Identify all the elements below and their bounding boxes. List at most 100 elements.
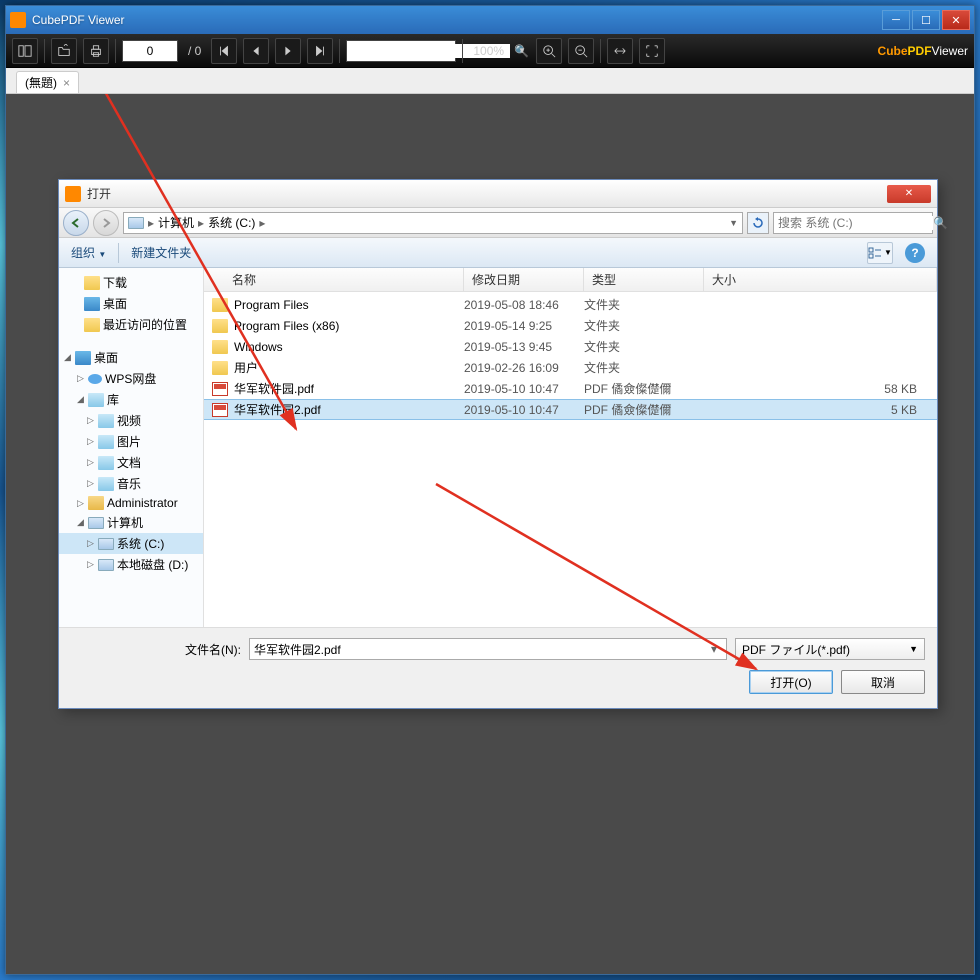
nav-forward-button[interactable] — [93, 210, 119, 236]
zoom-dropdown-icon[interactable]: ▼ — [514, 46, 530, 55]
column-date[interactable]: 修改日期 — [464, 268, 584, 291]
fit-page-button[interactable] — [639, 38, 665, 64]
document-tab[interactable]: (無題) × — [16, 71, 79, 93]
fit-width-button[interactable] — [607, 38, 633, 64]
file-row[interactable]: Program Files2019-05-08 18:46文件夹 — [204, 294, 937, 315]
search-icon[interactable]: 🔍 — [933, 216, 948, 230]
open-file-button[interactable] — [51, 38, 77, 64]
dialog-title: 打开 — [87, 185, 887, 202]
print-button[interactable] — [83, 38, 109, 64]
file-row[interactable]: Program Files (x86)2019-05-14 9:25文件夹 — [204, 315, 937, 336]
column-type[interactable]: 类型 — [584, 268, 704, 291]
tree-item-library[interactable]: ◢库 — [59, 389, 203, 410]
expand-icon[interactable]: ▷ — [86, 437, 95, 446]
folder-icon — [212, 298, 228, 312]
breadcrumb-drive[interactable]: 系统 (C:) — [208, 214, 255, 231]
file-row[interactable]: 华军软件园2.pdf2019-05-10 10:47PDF 僪僉儏儊儞5 KB — [204, 399, 937, 420]
file-date: 2019-05-14 9:25 — [464, 319, 584, 333]
tab-close-icon[interactable]: × — [63, 76, 70, 90]
dialog-title-bar[interactable]: 打开 ✕ — [59, 180, 937, 208]
breadcrumb[interactable]: ▸ 计算机 ▸ 系统 (C:) ▸ ▼ — [123, 212, 743, 234]
file-name: Windows — [234, 340, 283, 354]
filename-input[interactable] — [254, 642, 706, 656]
open-button[interactable]: 打开(O) — [749, 670, 833, 694]
collapse-icon[interactable]: ◢ — [76, 395, 85, 404]
filename-dropdown-icon[interactable]: ▾ — [706, 642, 722, 656]
breadcrumb-computer[interactable]: 计算机 — [158, 214, 194, 231]
nav-back-button[interactable] — [63, 210, 89, 236]
tree-item-pictures[interactable]: ▷图片 — [59, 431, 203, 452]
expand-icon[interactable]: ▷ — [86, 560, 95, 569]
file-list[interactable]: Program Files2019-05-08 18:46文件夹Program … — [204, 292, 937, 627]
tree-item-drive-c[interactable]: ▷系统 (C:) — [59, 533, 203, 554]
content-area: 打开 ✕ ▸ 计算机 ▸ 系统 (C:) ▸ ▼ — [6, 94, 974, 974]
expand-icon[interactable]: ▷ — [76, 374, 85, 383]
tree-item-desktop-root[interactable]: ◢桌面 — [59, 347, 203, 368]
zoom-label: 100% — [469, 44, 508, 58]
last-page-button[interactable] — [307, 38, 333, 64]
cancel-button[interactable]: 取消 — [841, 670, 925, 694]
tree-item-documents[interactable]: ▷文档 — [59, 452, 203, 473]
expand-icon[interactable]: ▷ — [76, 499, 85, 508]
file-name: 用户 — [234, 359, 258, 376]
organize-button[interactable]: 组织 ▼ — [71, 244, 106, 261]
breadcrumb-separator-icon[interactable]: ▸ — [148, 216, 154, 230]
tree-item-desktop[interactable]: 桌面 — [59, 293, 203, 314]
breadcrumb-dropdown-icon[interactable]: ▼ — [729, 218, 738, 228]
file-name: 华军软件园.pdf — [234, 380, 314, 397]
collapse-icon[interactable]: ◢ — [76, 518, 85, 527]
toolbar-separator — [44, 39, 45, 63]
view-mode-button[interactable]: ▼ — [867, 242, 893, 264]
file-row[interactable]: Windows2019-05-13 9:45文件夹 — [204, 336, 937, 357]
file-list-header: 名称 修改日期 类型 大小 — [204, 268, 937, 292]
dialog-body: 下载 桌面 最近访问的位置 ◢桌面 ▷WPS网盘 ◢库 ▷视频 ▷图片 ▷文档 … — [59, 268, 937, 627]
tree-item-admin[interactable]: ▷Administrator — [59, 494, 203, 512]
tree-item-video[interactable]: ▷视频 — [59, 410, 203, 431]
search-input[interactable] — [778, 216, 933, 230]
file-type: 文件夹 — [584, 296, 704, 313]
user-icon — [88, 496, 104, 510]
nav-tree[interactable]: 下载 桌面 最近访问的位置 ◢桌面 ▷WPS网盘 ◢库 ▷视频 ▷图片 ▷文档 … — [59, 268, 204, 627]
tree-item-wps[interactable]: ▷WPS网盘 — [59, 368, 203, 389]
title-bar[interactable]: CubePDF Viewer ─ ☐ ✕ — [6, 6, 974, 34]
tree-item-drive-d[interactable]: ▷本地磁盘 (D:) — [59, 554, 203, 575]
help-button[interactable]: ? — [905, 243, 925, 263]
new-folder-button[interactable]: 新建文件夹 — [131, 244, 191, 261]
expand-icon[interactable]: ▷ — [86, 458, 95, 467]
dropdown-icon: ▼ — [909, 644, 918, 654]
sidebar-toggle-button[interactable] — [12, 38, 38, 64]
first-page-button[interactable] — [211, 38, 237, 64]
expand-icon[interactable]: ▷ — [86, 416, 95, 425]
tree-item-music[interactable]: ▷音乐 — [59, 473, 203, 494]
drive-icon — [128, 217, 144, 229]
breadcrumb-separator-icon[interactable]: ▸ — [259, 216, 265, 230]
expand-icon[interactable]: ▷ — [86, 479, 95, 488]
filename-input-wrapper[interactable]: ▾ — [249, 638, 727, 660]
page-number-input[interactable] — [122, 40, 178, 62]
file-row[interactable]: 华军软件园.pdf2019-05-10 10:47PDF 僪僉儏儊儞58 KB — [204, 378, 937, 399]
tree-item-computer[interactable]: ◢计算机 — [59, 512, 203, 533]
tree-item-recent[interactable]: 最近访问的位置 — [59, 314, 203, 335]
close-button[interactable]: ✕ — [942, 10, 970, 30]
filename-label: 文件名(N): — [71, 641, 241, 658]
next-page-button[interactable] — [275, 38, 301, 64]
expand-icon[interactable]: ▷ — [86, 539, 95, 548]
collapse-icon[interactable]: ◢ — [63, 353, 72, 362]
search-box[interactable]: 🔍 — [346, 40, 456, 62]
brand-logo: CubePDFViewer — [878, 44, 968, 58]
toolbar-separator — [115, 39, 116, 63]
zoom-out-button[interactable] — [568, 38, 594, 64]
maximize-button[interactable]: ☐ — [912, 10, 940, 30]
refresh-button[interactable] — [747, 212, 769, 234]
prev-page-button[interactable] — [243, 38, 269, 64]
search-field[interactable]: 🔍 — [773, 212, 933, 234]
column-size[interactable]: 大小 — [704, 268, 937, 291]
zoom-in-button[interactable] — [536, 38, 562, 64]
column-name[interactable]: 名称 — [204, 268, 464, 291]
dialog-close-button[interactable]: ✕ — [887, 185, 931, 203]
file-type-filter[interactable]: PDF ファイル(*.pdf) ▼ — [735, 638, 925, 660]
breadcrumb-separator-icon[interactable]: ▸ — [198, 216, 204, 230]
tree-item-downloads[interactable]: 下载 — [59, 272, 203, 293]
file-row[interactable]: 用户2019-02-26 16:09文件夹 — [204, 357, 937, 378]
minimize-button[interactable]: ─ — [882, 10, 910, 30]
